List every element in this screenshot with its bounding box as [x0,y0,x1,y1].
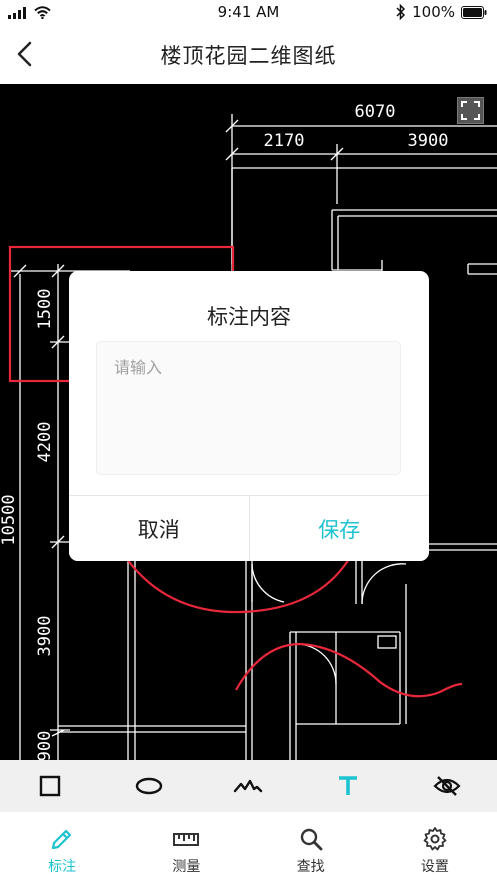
fullscreen-icon [461,101,480,120]
rectangle-tool[interactable] [20,760,80,812]
tab-settings-label: 设置 [420,859,449,875]
annotation-input[interactable] [96,341,401,475]
dialog-actions: 取消 保存 [69,495,429,561]
squiggle-icon [234,779,263,793]
annotation-dialog: 标注内容 取消 保存 [69,271,429,561]
hide-tool[interactable] [417,760,477,812]
bottom-tab-bar: 标注 测量 查找 设置 [0,812,497,883]
ellipse-tool[interactable] [119,760,179,812]
cancel-button[interactable]: 取消 [69,496,250,561]
dim-left-4: 900 [35,731,55,760]
save-button[interactable]: 保存 [249,496,429,561]
square-icon [39,775,60,797]
page-title: 楼顶花园二维图纸 [160,44,337,68]
dim-left-total: 10500 [0,494,19,545]
tab-measure-label: 测量 [172,859,201,875]
tab-measure[interactable]: 测量 [141,812,231,883]
search-icon [297,826,325,852]
dim-left-2: 4200 [35,422,55,463]
nav-bar: 楼顶花园二维图纸 [0,24,497,84]
status-right: 100% [396,3,487,21]
dim-top-total: 6070 [355,102,396,122]
annotation-toolbar [0,760,497,812]
fullscreen-button[interactable] [457,97,484,124]
gear-icon [421,826,449,852]
freehand-tool[interactable] [218,760,278,812]
bluetooth-icon [396,4,406,20]
tab-annotate[interactable]: 标注 [17,812,107,883]
dim-left-1: 1500 [35,289,55,330]
ellipse-icon [135,777,163,795]
text-tool[interactable] [318,760,378,812]
pencil-icon [48,826,76,852]
ruler-icon [172,826,200,852]
status-bar: 9:41 AM 100% [0,0,497,24]
battery-percent: 100% [412,3,455,21]
tab-search[interactable]: 查找 [266,812,356,883]
dim-top-right: 3900 [408,131,449,151]
tab-annotate-label: 标注 [48,859,77,875]
annotation-freehand [235,642,463,698]
dim-top-left: 2170 [264,131,305,151]
dim-left-3: 3900 [35,616,55,657]
battery-icon [461,5,487,19]
dialog-title: 标注内容 [207,305,291,329]
text-t-icon [338,776,357,795]
tab-settings[interactable]: 设置 [390,812,480,883]
tab-search-label: 查找 [296,859,325,875]
eye-off-icon [433,776,461,796]
